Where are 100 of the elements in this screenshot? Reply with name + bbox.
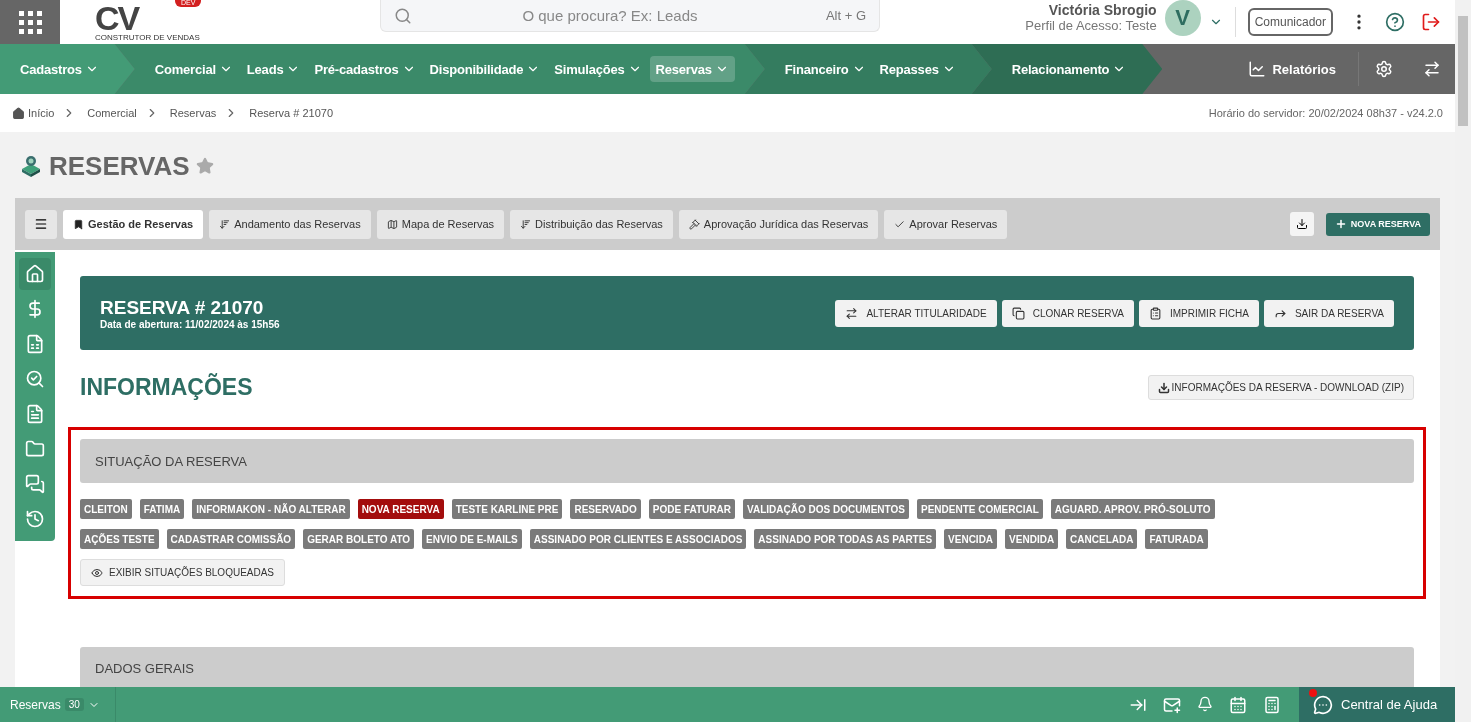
status-tag[interactable]: FATIMA — [139, 499, 185, 519]
action-button[interactable]: CLONAR RESERVA — [1001, 299, 1134, 327]
nav-item[interactable]: Simulações — [548, 56, 648, 82]
copy-icon — [1011, 306, 1025, 320]
status-tag[interactable]: PENDENTE COMERCIAL — [916, 499, 1043, 519]
reports-link[interactable]: Relatórios — [1248, 52, 1359, 86]
opening-date: Data de abertura: 11/02/2024 às 15h56 — [100, 318, 280, 330]
eye-icon — [91, 566, 103, 579]
logo-tagline: CONSTRUTOR DE VENDAS — [95, 33, 201, 42]
status-tag[interactable]: GERAR BOLETO ATO — [303, 529, 415, 549]
status-tag[interactable]: AÇÕES TESTE — [80, 529, 159, 549]
action-button[interactable]: ALTERAR TITULARIDADE — [835, 299, 997, 327]
nav-item[interactable]: Reservas — [649, 56, 735, 82]
logo: CV — [95, 3, 139, 33]
section-title: INFORMAÇÕES — [80, 374, 253, 401]
reservation-title: RESERVA # 21070 — [100, 296, 265, 319]
check-icon — [894, 218, 906, 230]
menu-button[interactable] — [25, 209, 57, 239]
gavel-icon — [688, 218, 700, 230]
sort-icon — [520, 218, 532, 230]
section-header: DADOS GERAIS — [80, 647, 1414, 687]
nav-item[interactable]: Financeiro — [778, 56, 872, 82]
download-zip-button[interactable]: INFORMAÇÕES DA RESERVA - DOWNLOAD (ZIP) — [1147, 375, 1414, 400]
status-tag[interactable]: VALIDAÇÃO DOS DOCUMENTOS — [743, 499, 909, 519]
calculator-icon[interactable] — [1263, 695, 1281, 714]
scrollbar[interactable] — [1455, 0, 1471, 722]
document-icon — [25, 404, 45, 424]
swap-icon[interactable] — [1423, 60, 1441, 78]
page-title: RESERVAS — [49, 150, 190, 182]
nav-item[interactable]: Comercial — [148, 56, 239, 82]
communicator-button[interactable]: Comunicador — [1247, 8, 1333, 36]
tab[interactable]: Distribuição das Reservas — [510, 209, 673, 239]
server-time: Horário do servidor: 20/02/2024 08h37 - v24.2.0 — [1208, 107, 1443, 119]
status-tag[interactable]: ASSINADO POR CLIENTES E ASSOCIADOS — [529, 529, 747, 549]
new-reservation-button[interactable]: NOVA RESERVA — [1325, 212, 1430, 236]
favorite-icon[interactable] — [195, 157, 214, 175]
status-tag[interactable]: FATURADA — [1145, 529, 1208, 549]
user-name: Victória Sbrogio — [1048, 1, 1157, 18]
invoice-icon — [25, 334, 45, 354]
status-tag[interactable]: CANCELADA — [1066, 529, 1138, 549]
home-icon[interactable] — [12, 106, 25, 120]
nav-item[interactable]: Relacionamento — [1005, 56, 1133, 82]
plus-icon — [1334, 218, 1347, 230]
avatar[interactable]: V — [1164, 0, 1201, 36]
nav-item[interactable]: Leads — [240, 56, 307, 82]
chat-icon — [25, 474, 45, 494]
module-selector[interactable]: Reservas 30 — [0, 687, 116, 722]
side-menu-button[interactable] — [19, 258, 51, 290]
clipboard-icon — [1149, 306, 1162, 320]
logout-icon[interactable] — [1421, 12, 1441, 32]
tab[interactable]: Andamento das Reservas — [209, 209, 371, 239]
download-button[interactable] — [1289, 212, 1314, 236]
history-icon — [25, 509, 45, 529]
tab[interactable]: Mapa de Reservas — [376, 209, 505, 239]
settings-icon[interactable] — [1375, 60, 1393, 78]
status-tag[interactable]: TESTE KARLINE PRE — [451, 499, 563, 519]
apps-menu-icon[interactable] — [0, 0, 60, 44]
nav-item[interactable]: Cadastros — [14, 56, 105, 82]
status-tag[interactable]: VENDIDA — [1005, 529, 1059, 549]
bookmark-icon — [73, 218, 84, 230]
chat-icon — [1313, 694, 1333, 715]
status-tag[interactable]: ENVIO DE E-MAILS — [422, 529, 522, 549]
chart-icon — [1248, 60, 1267, 78]
status-tag[interactable]: VENCIDA — [944, 529, 998, 549]
help-center-button[interactable]: Central de Ajuda — [1299, 687, 1455, 722]
status-tag[interactable]: RESERVADO — [570, 499, 641, 519]
nav-item[interactable]: Disponibilidade — [423, 56, 547, 82]
status-tag[interactable]: PODE FATURAR — [648, 499, 735, 519]
nav-item[interactable]: Pré-cadastros — [308, 56, 422, 82]
status-tag[interactable]: NOVA RESERVA — [357, 499, 444, 519]
folder-icon — [25, 439, 45, 459]
show-blocked-button[interactable]: EXIBIR SITUAÇÕES BLOQUEADAS — [80, 559, 286, 586]
download-icon — [1295, 217, 1308, 231]
breadcrumb-link[interactable]: Início — [28, 107, 55, 119]
action-button[interactable]: IMPRIMIR FICHA — [1139, 299, 1259, 327]
help-icon[interactable] — [1385, 12, 1405, 32]
status-tag[interactable]: INFORMAKON - NÃO ALTERAR — [192, 499, 350, 519]
tab[interactable]: Aprovar Reservas — [884, 209, 1008, 239]
tab[interactable]: Gestão de Reservas — [63, 209, 204, 239]
calendar-icon[interactable] — [1229, 695, 1247, 714]
map-icon — [386, 218, 398, 230]
breadcrumb-link[interactable]: Reservas — [169, 107, 217, 119]
section-header: SITUAÇÃO DA RESERVA — [80, 439, 1414, 483]
search-icon — [25, 369, 45, 389]
sort-icon — [219, 218, 231, 230]
status-tag[interactable]: CLEITON — [80, 499, 132, 519]
action-button[interactable]: SAIR DA RESERVA — [1263, 299, 1394, 327]
tab[interactable]: Aprovação Jurídica das Reservas — [678, 209, 879, 239]
status-tag[interactable]: AGUARD. APROV. PRÓ-SOLUTO — [1050, 499, 1215, 519]
mail-icon[interactable] — [1163, 695, 1181, 714]
status-tag[interactable]: ASSINADO POR TODAS AS PARTES — [754, 529, 937, 549]
home-icon — [25, 264, 45, 284]
breadcrumb-link[interactable]: Reserva # 21070 — [249, 107, 334, 119]
count-badge: 30 — [64, 698, 84, 711]
status-tag[interactable]: CADASTRAR COMISSÃO — [166, 529, 296, 549]
breadcrumb-link[interactable]: Comercial — [87, 107, 137, 119]
nav-item[interactable]: Repasses — [873, 56, 962, 82]
bell-icon[interactable] — [1197, 695, 1213, 714]
notification-dot — [1309, 689, 1317, 697]
menu-icon — [34, 217, 48, 231]
